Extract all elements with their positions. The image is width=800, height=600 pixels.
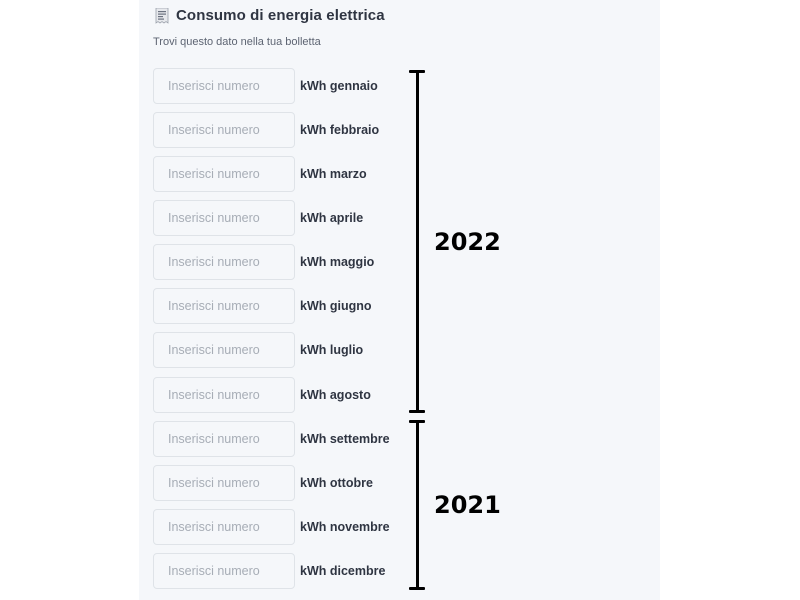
section-subtitle: Trovi questo dato nella tua bolletta bbox=[153, 36, 321, 48]
kwh-input-gennaio[interactable] bbox=[153, 68, 295, 104]
kwh-label-maggio: kWh maggio bbox=[300, 255, 375, 269]
kwh-row-febbraio: kWh febbraio bbox=[153, 112, 379, 148]
kwh-row-dicembre: kWh dicembre bbox=[153, 553, 385, 589]
kwh-input-marzo[interactable] bbox=[153, 156, 295, 192]
year-bracket-2022 bbox=[409, 70, 425, 413]
kwh-label-luglio: kWh luglio bbox=[300, 343, 364, 357]
kwh-row-agosto: kWh agosto bbox=[153, 377, 371, 413]
section-header: Consumo di energia elettrica bbox=[155, 7, 385, 24]
kwh-label-novembre: kWh novembre bbox=[300, 520, 390, 534]
kwh-row-novembre: kWh novembre bbox=[153, 509, 390, 545]
kwh-row-giugno: kWh giugno bbox=[153, 288, 372, 324]
kwh-label-agosto: kWh agosto bbox=[300, 388, 371, 402]
bill-icon bbox=[155, 7, 169, 24]
kwh-row-aprile: kWh aprile bbox=[153, 200, 363, 236]
kwh-row-marzo: kWh marzo bbox=[153, 156, 367, 192]
kwh-input-novembre[interactable] bbox=[153, 509, 295, 545]
kwh-row-settembre: kWh settembre bbox=[153, 421, 390, 457]
kwh-input-febbraio[interactable] bbox=[153, 112, 295, 148]
kwh-label-dicembre: kWh dicembre bbox=[300, 564, 386, 578]
year-label-2021: 2021 bbox=[434, 491, 501, 519]
kwh-label-marzo: kWh marzo bbox=[300, 167, 367, 181]
kwh-input-dicembre[interactable] bbox=[153, 553, 295, 589]
kwh-input-giugno[interactable] bbox=[153, 288, 295, 324]
year-label-2022: 2022 bbox=[434, 228, 501, 256]
kwh-row-maggio: kWh maggio bbox=[153, 244, 374, 280]
kwh-row-ottobre: kWh ottobre bbox=[153, 465, 373, 501]
kwh-label-ottobre: kWh ottobre bbox=[300, 476, 373, 490]
kwh-label-febbraio: kWh febbraio bbox=[300, 123, 380, 137]
kwh-input-settembre[interactable] bbox=[153, 421, 295, 457]
kwh-label-gennaio: kWh gennaio bbox=[300, 79, 378, 93]
kwh-input-aprile[interactable] bbox=[153, 200, 295, 236]
kwh-row-gennaio: kWh gennaio bbox=[153, 68, 378, 104]
kwh-label-giugno: kWh giugno bbox=[300, 299, 372, 313]
kwh-row-luglio: kWh luglio bbox=[153, 332, 363, 368]
kwh-label-aprile: kWh aprile bbox=[300, 211, 364, 225]
kwh-input-ottobre[interactable] bbox=[153, 465, 295, 501]
kwh-input-agosto[interactable] bbox=[153, 377, 295, 413]
year-bracket-2021 bbox=[409, 420, 425, 590]
kwh-label-settembre: kWh settembre bbox=[300, 432, 390, 446]
kwh-input-luglio[interactable] bbox=[153, 332, 295, 368]
kwh-input-maggio[interactable] bbox=[153, 244, 295, 280]
section-title: Consumo di energia elettrica bbox=[176, 7, 385, 24]
